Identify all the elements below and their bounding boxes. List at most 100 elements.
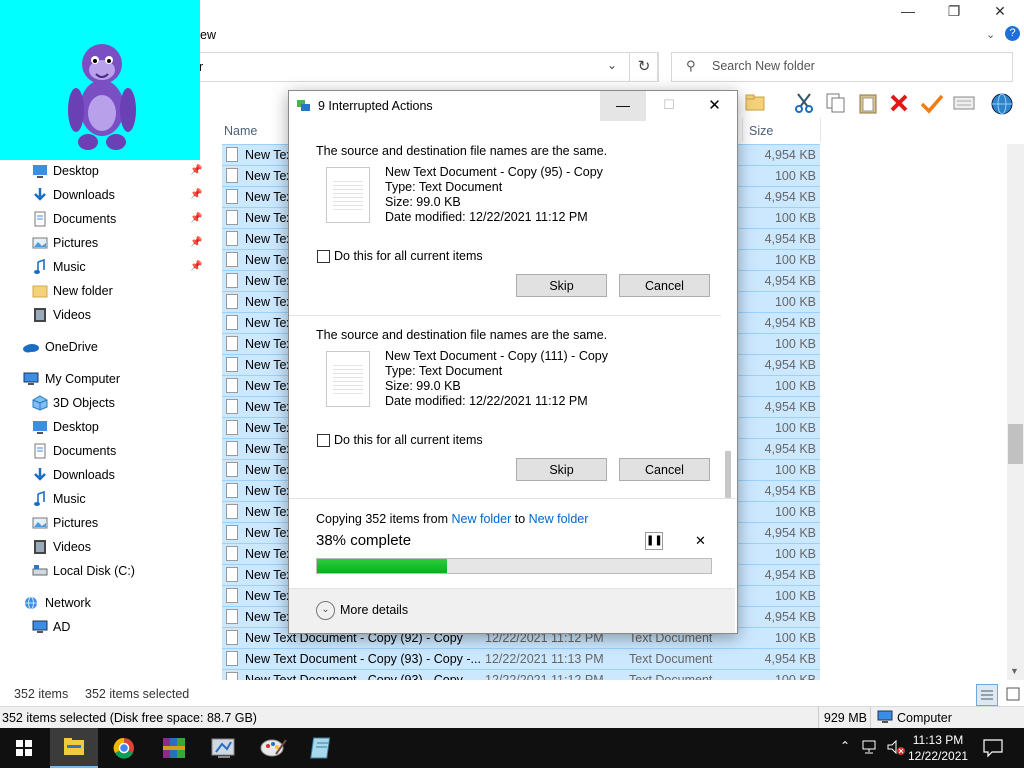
refresh-icon[interactable]: ↻ bbox=[629, 52, 659, 82]
notification-center-icon[interactable] bbox=[978, 736, 1008, 760]
clock[interactable]: 11:13 PM 12/22/2021 bbox=[908, 732, 968, 764]
details-view-icon[interactable] bbox=[976, 684, 998, 706]
file-row[interactable]: New Text Document - Copy (93) - Copy -..… bbox=[222, 648, 820, 669]
start-button[interactable] bbox=[0, 728, 48, 768]
folder-icon bbox=[32, 283, 48, 299]
notepad-taskbar-icon[interactable] bbox=[300, 728, 348, 768]
source-folder-link[interactable]: New folder bbox=[452, 512, 512, 526]
pin-icon: 📌 bbox=[190, 165, 203, 176]
pin-icon: 📌 bbox=[190, 189, 203, 200]
nav-item-network[interactable]: Network bbox=[20, 592, 200, 614]
dialog-titlebar[interactable]: 9 Interrupted Actions — ☐ ✕ bbox=[289, 91, 737, 121]
scrollbar-thumb[interactable] bbox=[1008, 424, 1023, 464]
search-input[interactable]: ⚲ Search New folder bbox=[671, 52, 1013, 82]
nav-item[interactable]: Desktop 📌 bbox=[30, 160, 203, 182]
conflict-item: The source and destination file names ar… bbox=[289, 131, 721, 313]
control-panel-taskbar-icon[interactable] bbox=[200, 728, 248, 768]
copy-icon[interactable] bbox=[825, 92, 847, 114]
text-file-icon bbox=[226, 609, 238, 624]
nav-item[interactable]: Pictures bbox=[30, 512, 200, 534]
text-file-icon bbox=[226, 210, 238, 225]
apply-all-checkbox[interactable] bbox=[317, 434, 330, 447]
nav-item[interactable]: Desktop bbox=[30, 416, 200, 438]
nav-item[interactable]: Music 📌 bbox=[30, 256, 202, 278]
globe-icon[interactable] bbox=[989, 92, 1015, 116]
vertical-scrollbar[interactable]: ▼ bbox=[1007, 144, 1024, 680]
paint-taskbar-icon[interactable] bbox=[250, 728, 298, 768]
file-explorer-taskbar-icon[interactable] bbox=[50, 728, 98, 768]
file-row[interactable]: New Text Document - Copy (93) - Copy 12/… bbox=[222, 669, 820, 680]
dialog-minimize-button[interactable]: — bbox=[600, 91, 646, 121]
large-icons-view-icon[interactable] bbox=[1003, 684, 1023, 704]
chrome-taskbar-icon[interactable] bbox=[100, 728, 148, 768]
checkmark-icon[interactable] bbox=[920, 92, 944, 114]
network-icon[interactable] bbox=[862, 739, 880, 755]
cut-icon[interactable] bbox=[793, 92, 815, 114]
new-folder-icon[interactable] bbox=[745, 92, 767, 112]
computer-icon bbox=[877, 710, 893, 723]
nav-item[interactable]: Downloads bbox=[30, 464, 200, 486]
skip-button[interactable]: Skip bbox=[516, 274, 607, 297]
dialog-close-button[interactable]: ✕ bbox=[692, 91, 737, 121]
help-icon[interactable]: ? bbox=[1005, 26, 1020, 41]
nav-item[interactable]: Downloads 📌 bbox=[30, 184, 203, 206]
nav-item[interactable]: Documents bbox=[30, 440, 200, 462]
expand-chevron-icon[interactable]: ⌄ bbox=[316, 601, 335, 620]
delete-icon[interactable] bbox=[888, 92, 910, 114]
file-size: 100 KB bbox=[774, 379, 816, 393]
nav-item[interactable]: New folder bbox=[30, 280, 200, 302]
pictures-icon bbox=[32, 235, 48, 251]
nav-item[interactable]: Pictures 📌 bbox=[30, 232, 202, 254]
pause-icon[interactable]: ❚❚ bbox=[645, 532, 663, 550]
minimize-button[interactable]: — bbox=[885, 0, 931, 24]
paste-icon[interactable] bbox=[857, 92, 879, 114]
stop-icon[interactable]: ✕ bbox=[695, 533, 706, 549]
file-size: 100 KB bbox=[774, 631, 816, 645]
column-header-size[interactable]: Size bbox=[749, 124, 773, 138]
nav-item-onedrive[interactable]: OneDrive bbox=[20, 336, 200, 358]
more-details-link[interactable]: More details bbox=[340, 603, 408, 617]
file-size: 4,954 KB bbox=[764, 316, 816, 330]
nav-item[interactable]: 3D Objects bbox=[30, 392, 200, 414]
ribbon-expand-icon[interactable]: ⌄ bbox=[986, 28, 995, 41]
file-size: 100 KB bbox=[774, 211, 816, 225]
file-name: New Tex bbox=[245, 358, 293, 372]
nav-item-my-computer[interactable]: My Computer bbox=[20, 368, 200, 390]
documents-icon bbox=[32, 443, 48, 459]
cancel-button[interactable]: Cancel bbox=[619, 274, 710, 297]
nav-item-label: Downloads bbox=[53, 468, 115, 482]
nav-item[interactable]: AD bbox=[30, 616, 200, 638]
column-header-name[interactable]: Name bbox=[224, 124, 257, 138]
music-note-icon bbox=[32, 490, 48, 507]
taskbar: ⌃ 11:13 PM 12/22/2021 bbox=[0, 728, 1024, 768]
apply-all-label[interactable]: Do this for all current items bbox=[334, 249, 483, 264]
cancel-button[interactable]: Cancel bbox=[619, 458, 710, 481]
properties-icon[interactable] bbox=[952, 92, 976, 114]
volume-muted-icon[interactable] bbox=[886, 739, 906, 757]
apply-all-label[interactable]: Do this for all current items bbox=[334, 433, 483, 448]
skip-button[interactable]: Skip bbox=[516, 458, 607, 481]
show-hidden-icons-icon[interactable]: ⌃ bbox=[840, 739, 850, 753]
conflict-file-size: Size: 99.0 KB bbox=[385, 379, 461, 393]
nav-item[interactable]: Videos bbox=[30, 536, 200, 558]
restore-button[interactable]: ❐ bbox=[931, 0, 977, 24]
winrar-taskbar-icon[interactable] bbox=[150, 728, 198, 768]
text-document-icon bbox=[326, 351, 370, 407]
nav-item[interactable]: Videos bbox=[30, 304, 200, 326]
apply-all-checkbox[interactable] bbox=[317, 250, 330, 263]
menu-tab-view[interactable]: ew bbox=[200, 28, 216, 42]
address-bar[interactable]: r ⌄ bbox=[160, 52, 658, 82]
address-dropdown-icon[interactable]: ⌄ bbox=[607, 58, 617, 72]
nav-item[interactable]: Music bbox=[30, 488, 200, 510]
purple-gorilla-mascot-icon[interactable] bbox=[64, 38, 140, 154]
scroll-down-icon[interactable]: ▼ bbox=[1010, 666, 1019, 676]
nav-item[interactable]: Documents 📌 bbox=[30, 208, 202, 230]
text-file-icon bbox=[226, 546, 238, 561]
nav-item[interactable]: Local Disk (C:) bbox=[30, 560, 200, 582]
destination-folder-link[interactable]: New folder bbox=[529, 512, 589, 526]
file-size: 4,954 KB bbox=[764, 526, 816, 540]
search-placeholder: Search New folder bbox=[712, 59, 815, 73]
file-size: 4,954 KB bbox=[764, 358, 816, 372]
copy-to-word: to bbox=[514, 512, 526, 526]
close-button[interactable]: ✕ bbox=[977, 0, 1023, 24]
